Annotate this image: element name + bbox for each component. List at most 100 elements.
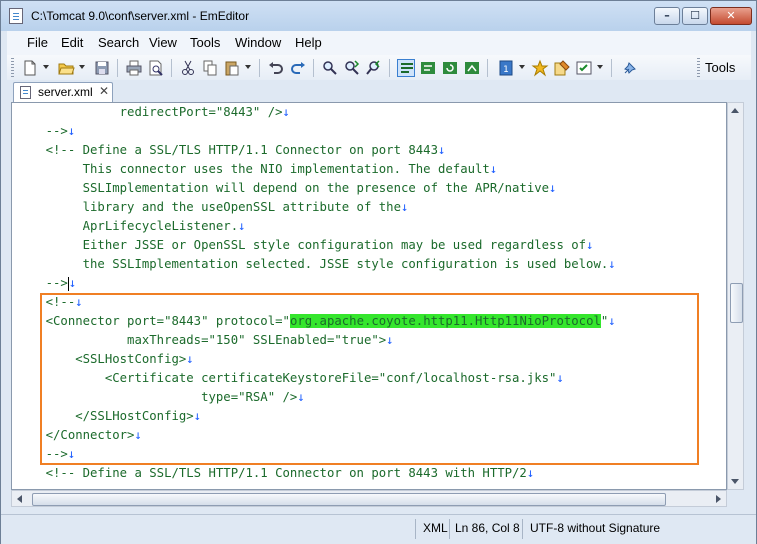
end-of-line-marker: ↓: [67, 124, 76, 138]
end-of-line-marker: ↓: [586, 238, 594, 252]
macro-dropdown-icon[interactable]: [519, 65, 525, 69]
status-bar: XML Ln 86, Col 8 UTF-8 without Signature: [1, 514, 756, 544]
find-prev-icon[interactable]: [365, 59, 383, 77]
code-line[interactable]: <!-- Define a SSL/TLS HTTP/1.1 Connector…: [16, 141, 446, 160]
vertical-scrollbar[interactable]: [727, 102, 744, 490]
tools-toolbar-grip[interactable]: [697, 58, 700, 78]
tab-server-xml[interactable]: server.xml ✕: [13, 82, 113, 102]
menu-view[interactable]: View: [149, 35, 177, 50]
save-icon[interactable]: [93, 59, 111, 77]
menu-help[interactable]: Help: [295, 35, 322, 50]
open-dropdown-icon[interactable]: [79, 65, 85, 69]
code-line[interactable]: -->↓: [16, 274, 76, 293]
code-text: AprLifecycleListener.: [16, 219, 239, 233]
word-wrap-icon[interactable]: [397, 59, 415, 77]
new-dropdown-icon[interactable]: [43, 65, 49, 69]
view-mode-icon[interactable]: [419, 59, 437, 77]
code-line[interactable]: AprLifecycleListener.↓: [16, 217, 246, 236]
tools-toolbar-label[interactable]: Tools: [705, 60, 735, 75]
close-button[interactable]: ✕: [710, 7, 752, 25]
code-line[interactable]: the SSLImplementation selected. JSSE sty…: [16, 255, 616, 274]
menu-edit[interactable]: Edit: [61, 35, 83, 50]
code-text: -->: [16, 124, 68, 138]
toolbar-separator: [171, 59, 172, 77]
menu-window[interactable]: Window: [235, 35, 281, 50]
toolbar-separator: [389, 59, 390, 77]
macro-icon[interactable]: 1: [497, 59, 515, 77]
print-icon[interactable]: [125, 59, 143, 77]
end-of-line-marker: ↓: [526, 466, 535, 480]
end-of-line-marker: ↓: [282, 105, 290, 119]
scroll-up-arrow-icon[interactable]: [731, 108, 739, 113]
find-icon[interactable]: [321, 59, 339, 77]
find-next-icon[interactable]: [343, 59, 361, 77]
code-line[interactable]: This connector uses the NIO implementati…: [16, 160, 498, 179]
status-separator: [415, 519, 416, 539]
paste-dropdown-icon[interactable]: [245, 65, 251, 69]
tab-bar: server.xml ✕: [7, 80, 751, 102]
toolbar-separator: [259, 59, 260, 77]
horizontal-scrollbar[interactable]: [11, 490, 727, 507]
menu-search[interactable]: Search: [98, 35, 139, 50]
code-line[interactable]: Either JSSE or OpenSSL style configurati…: [16, 236, 594, 255]
horizontal-scroll-thumb[interactable]: [32, 493, 666, 506]
status-separator: [522, 519, 523, 539]
pin-icon[interactable]: [621, 59, 639, 77]
print-preview-icon[interactable]: [147, 59, 165, 77]
tab-label: server.xml: [38, 85, 93, 99]
toggle-icon[interactable]: [463, 59, 481, 77]
toolbar-grip[interactable]: [11, 58, 14, 78]
menu-tools[interactable]: Tools: [190, 35, 220, 50]
code-line[interactable]: library and the useOpenSSL attribute of …: [16, 198, 409, 217]
toolbar-separator: [117, 59, 118, 77]
code-line[interactable]: <!-- Define a SSL/TLS HTTP/1.1 Connector…: [16, 464, 535, 483]
scroll-left-arrow-icon[interactable]: [17, 495, 22, 503]
customize-icon[interactable]: [553, 59, 571, 77]
properties-icon[interactable]: [575, 59, 593, 77]
toolbar: 1 Tools: [7, 55, 751, 81]
code-line[interactable]: -->↓: [16, 122, 76, 141]
end-of-line-marker: ↓: [608, 257, 616, 271]
plugin-icon[interactable]: [531, 59, 549, 77]
minimize-button[interactable]: –: [654, 7, 680, 25]
end-of-line-marker: ↓: [68, 276, 77, 290]
end-of-line-marker: ↓: [489, 162, 498, 176]
paste-icon[interactable]: [223, 59, 241, 77]
code-text: This connector uses the NIO implementati…: [16, 162, 490, 176]
scroll-down-arrow-icon[interactable]: [731, 479, 739, 484]
code-text: library and the useOpenSSL attribute of …: [16, 200, 401, 214]
highlight-annotation-box: [40, 293, 699, 465]
status-mode[interactable]: XML: [423, 521, 448, 535]
code-line[interactable]: redirectPort="8443" />↓: [16, 103, 290, 122]
xml-file-icon: [20, 86, 31, 99]
toolbar-separator: [313, 59, 314, 77]
code-text: <!-- Define a SSL/TLS HTTP/1.1 Connector…: [16, 466, 527, 480]
maximize-button[interactable]: ☐: [682, 7, 708, 25]
redo-icon[interactable]: [289, 59, 307, 77]
emeditor-window: C:\Tomcat 9.0\conf\server.xml - EmEditor…: [0, 0, 757, 544]
scroll-right-arrow-icon[interactable]: [716, 495, 721, 503]
code-text: <!-- Define a SSL/TLS HTTP/1.1 Connector…: [16, 143, 438, 157]
title-bar[interactable]: C:\Tomcat 9.0\conf\server.xml - EmEditor…: [1, 1, 756, 31]
new-file-icon[interactable]: [21, 59, 39, 77]
code-text: SSLImplementation will depend on the pre…: [16, 181, 550, 195]
copy-icon[interactable]: [201, 59, 219, 77]
undo-icon[interactable]: [267, 59, 285, 77]
cut-icon[interactable]: [179, 59, 197, 77]
code-line[interactable]: SSLImplementation will depend on the pre…: [16, 179, 557, 198]
code-text: -->: [16, 276, 68, 290]
open-folder-icon[interactable]: [57, 59, 75, 77]
status-encoding[interactable]: UTF-8 without Signature: [530, 521, 660, 535]
tab-close-icon[interactable]: ✕: [99, 84, 109, 98]
refresh-icon[interactable]: [441, 59, 459, 77]
end-of-line-marker: ↓: [549, 181, 557, 195]
menu-bar: File Edit Search View Tools Window Help: [7, 31, 751, 56]
status-position[interactable]: Ln 86, Col 8: [455, 521, 520, 535]
end-of-line-marker: ↓: [400, 200, 409, 214]
menu-file[interactable]: File: [27, 35, 48, 50]
end-of-line-marker: ↓: [438, 143, 446, 157]
app-document-icon: [9, 8, 23, 24]
end-of-line-marker: ↓: [238, 219, 246, 233]
vertical-scroll-thumb[interactable]: [730, 283, 743, 323]
properties-dropdown-icon[interactable]: [597, 65, 603, 69]
